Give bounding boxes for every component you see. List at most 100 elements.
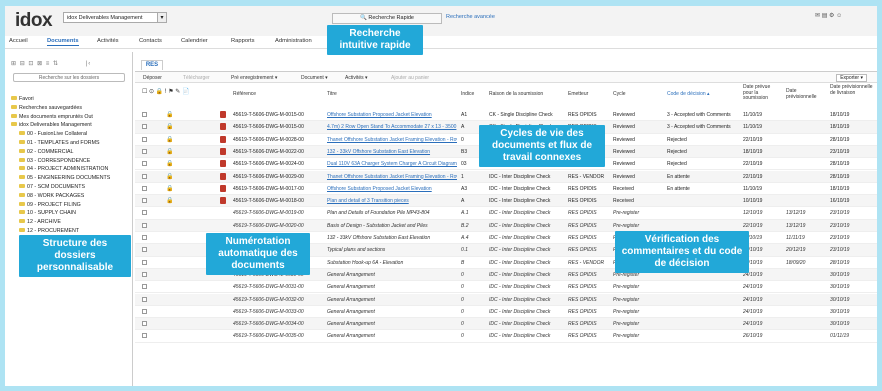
nav-documents[interactable]: Documents xyxy=(47,38,79,46)
row-checkbox[interactable] xyxy=(142,112,147,117)
pdf-icon[interactable] xyxy=(220,184,226,192)
sidebar-item[interactable]: idox Deliverables Management xyxy=(11,122,92,128)
table-cell[interactable]: General Arrangement xyxy=(327,284,457,290)
table-cell[interactable]: Basis of Design - Substation Jacket and … xyxy=(327,223,457,229)
table-row[interactable]: 🔒 45619-T-5606-DWG-M-0029-00 Thanet Offsho… xyxy=(135,170,877,183)
table-cell[interactable]: Typical plans and sections xyxy=(327,247,457,253)
sidebar-item[interactable]: 08 - WORK PACKAGES xyxy=(19,192,84,199)
sidebar-item[interactable]: 10 - SUPPLY CHAIN xyxy=(19,210,76,216)
sidebar-item[interactable]: 04 - PROJECT ADMINISTRATION xyxy=(19,166,108,172)
table-row[interactable]: 45619-T-5606-DWG-M-0020-00 Basis of Desig… xyxy=(135,219,877,232)
document-menu[interactable]: Document ▾ xyxy=(301,75,328,81)
row-checkbox[interactable] xyxy=(142,161,147,167)
sidebar-item[interactable]: 01 - TEMPLATES and FORMS xyxy=(19,140,100,146)
row-checkbox[interactable] xyxy=(142,173,147,179)
sidebar-item[interactable]: 05 - ENGINEERING DOCUMENTS xyxy=(19,175,110,181)
row-checkbox[interactable] xyxy=(142,124,147,130)
table-cell[interactable]: General Arrangement xyxy=(327,309,457,315)
pre-register-button[interactable]: Pré enregistrement ▾ xyxy=(231,75,277,81)
sidebar-item[interactable]: 03 - CORRESPONDENCE xyxy=(19,157,90,164)
row-checkbox[interactable] xyxy=(142,148,147,154)
pdf-icon[interactable] xyxy=(220,160,226,168)
row-checkbox[interactable] xyxy=(142,259,147,265)
notification-icons[interactable]: ✉ ▤ ⚙ ☺ xyxy=(815,13,842,19)
row-checkbox[interactable] xyxy=(142,210,147,216)
sidebar-tool-icons[interactable]: ⊞ ⊟ ⊡ ⊠ ≡ ⇅ |‹ xyxy=(11,60,91,67)
nav-calendar[interactable]: Calendrier xyxy=(181,38,208,44)
col-forecast-delivery[interactable]: Date prévisionnelle de livraison xyxy=(830,84,874,107)
table-cell[interactable]: General Arrangement xyxy=(327,333,457,339)
sidebar-item[interactable]: 07 - SCM DOCUMENTS xyxy=(19,184,85,190)
advanced-search-link[interactable]: Recherche avancée xyxy=(446,14,495,20)
row-checkbox[interactable] xyxy=(142,185,147,191)
table-cell[interactable]: Dual 110V 63A Charger System Charger A C… xyxy=(327,161,457,167)
user-toolbar[interactable]: ✉ ▤ ⚙ ☺ xyxy=(815,12,842,19)
table-row[interactable]: 45619-T-5606-DWG-M-0034-00 General Arrang… xyxy=(135,318,877,331)
row-checkbox[interactable] xyxy=(142,222,147,228)
folder-search-input[interactable]: Recherche sur les dossiers xyxy=(13,73,125,82)
table-cell[interactable]: Plan and detail of 3 Transition pieces xyxy=(327,198,457,204)
table-cell[interactable]: General Arrangement xyxy=(327,272,457,278)
sidebar-item[interactable]: Favori xyxy=(11,96,34,102)
tab-res[interactable]: RES xyxy=(141,60,163,70)
export-button[interactable]: Exporter ▾ xyxy=(836,74,867,82)
chevron-down-icon[interactable]: ▾ xyxy=(157,12,167,23)
table-cell[interactable]: General Arrangement xyxy=(327,297,457,303)
table-cell[interactable]: Substation Hook-up 6A - Elevation xyxy=(327,260,457,266)
table-row[interactable]: 45619-T-5606-DWG-M-0035-00 General Arrang… xyxy=(135,330,877,343)
table-cell: RES OPIDIS xyxy=(568,296,597,303)
nav-administration[interactable]: Administration xyxy=(275,38,312,44)
sidebar-item[interactable]: 12 - ARCHIVE xyxy=(19,219,61,225)
pdf-icon[interactable] xyxy=(220,147,226,155)
sidebar-item[interactable]: Mes documents empruntés Out xyxy=(11,113,93,120)
pdf-icon[interactable] xyxy=(220,111,226,118)
pdf-icon[interactable] xyxy=(220,197,226,205)
activities-menu[interactable]: Activités ▾ xyxy=(345,75,368,81)
add-to-cart-button[interactable]: Ajouter au panier xyxy=(391,75,429,81)
nav-activities[interactable]: Activités xyxy=(97,38,119,44)
table-cell[interactable]: 132 - 33kV Offshore Substation East Elev… xyxy=(327,149,457,155)
table-cell[interactable]: 132 - 33kV Offshore Substation East Elev… xyxy=(327,235,457,241)
sidebar-item[interactable]: 02 - COMMERCIAL xyxy=(19,148,74,155)
table-row[interactable]: 🔒 45619-T-5606-DWG-M-0018-00 Plan and deta… xyxy=(135,195,877,208)
row-checkbox[interactable] xyxy=(142,235,147,240)
row-checkbox[interactable] xyxy=(142,271,147,277)
table-cell[interactable]: General Arrangement xyxy=(327,321,457,327)
row-checkbox[interactable] xyxy=(142,308,147,314)
table-cell[interactable]: Offshore Substation Proposed Jacket Elev… xyxy=(327,186,457,192)
table-row[interactable]: 45619-T-5606-DWG-M-0032-00 General Arrang… xyxy=(135,293,877,306)
col-planned-submission[interactable]: Date prévue pour la soumission xyxy=(743,84,781,107)
nav-reports[interactable]: Rapports xyxy=(231,38,255,44)
sidebar-item[interactable]: 09 - PROJECT FILING xyxy=(19,201,81,208)
row-checkbox[interactable] xyxy=(142,198,147,204)
quick-search-button[interactable]: 🔍 Recherche Rapide xyxy=(332,13,442,24)
row-checkbox[interactable] xyxy=(142,333,147,339)
table-cell[interactable]: 4.7m) 2 Row Open Stand To Accommodate 27… xyxy=(327,124,457,130)
project-select[interactable]: idox Deliverables Management xyxy=(63,12,167,23)
table-row[interactable]: 45619-T-5606-DWG-M-0031-00 General Arrang… xyxy=(135,281,877,294)
row-checkbox[interactable] xyxy=(142,136,147,142)
pdf-icon[interactable] xyxy=(220,135,226,143)
row-checkbox[interactable] xyxy=(142,321,147,327)
pdf-icon[interactable] xyxy=(220,123,226,131)
row-checkbox[interactable] xyxy=(142,247,147,253)
table-row[interactable]: 🔒 45619-T-5606-DWG-M-0015-00 Offshore Subs… xyxy=(135,109,877,122)
sidebar-item[interactable]: 12 - PROCUREMENT xyxy=(19,228,79,234)
table-cell[interactable]: Plan and Details of Foundation Pile MP43… xyxy=(327,210,457,216)
table-row[interactable]: 45619-T-5606-DWG-M-0019-00 Plan and Detai… xyxy=(135,207,877,220)
row-checkbox[interactable] xyxy=(142,296,147,302)
upload-button[interactable]: Déposer xyxy=(143,75,162,81)
pdf-icon[interactable] xyxy=(220,172,226,180)
table-row[interactable]: 🔒 45619-T-5606-DWG-M-0017-00 Offshore Subs… xyxy=(135,183,877,196)
table-cell[interactable]: Offshore Substation Proposed Jacket Elev… xyxy=(327,112,457,118)
nav-contacts[interactable]: Contacts xyxy=(139,38,162,44)
col-forecast[interactable]: Date prévisionnelle xyxy=(786,88,826,111)
sidebar-item[interactable]: 00 - FusionLive Collateral xyxy=(19,131,87,137)
row-checkbox[interactable] xyxy=(142,284,147,290)
table-row[interactable]: 45619-T-5606-DWG-M-0033-00 General Arrang… xyxy=(135,306,877,319)
table-cell[interactable]: Thanet Offshore Substation Jacket Framin… xyxy=(327,174,457,180)
sidebar-item[interactable]: Recherches sauvegardées xyxy=(11,104,82,111)
download-button[interactable]: Télécharger xyxy=(183,75,210,81)
table-cell[interactable]: Thanet Offshore Substation Jacket Framin… xyxy=(327,137,457,143)
nav-home[interactable]: Accueil xyxy=(9,38,28,44)
